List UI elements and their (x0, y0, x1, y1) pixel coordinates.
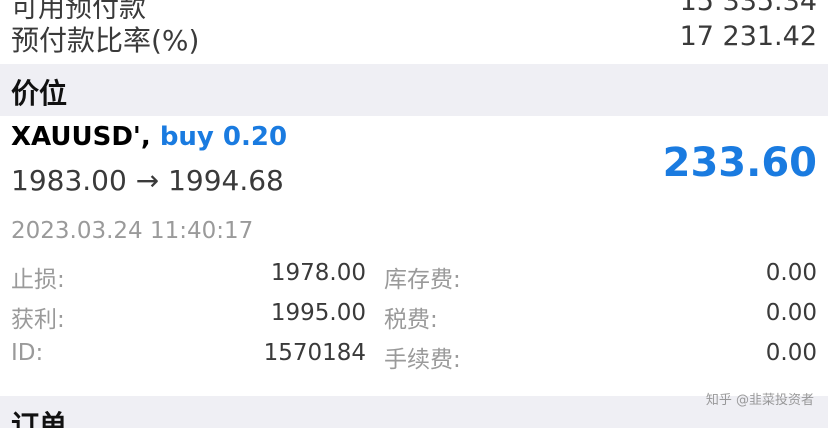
position-profit: 233.60 (662, 140, 817, 186)
position-price-line: 1983.00 → 1994.68 (11, 164, 284, 197)
positions-section-header: 价位 (0, 64, 828, 116)
stop-loss-value: 1978.00 (270, 260, 366, 286)
taxes-value: 0.00 (765, 300, 817, 326)
commission-value: 0.00 (765, 340, 817, 366)
take-profit-label: 获利: (11, 307, 65, 333)
margin-level-label: 预付款比率(%) (11, 24, 200, 57)
id-value: 1570184 (263, 340, 366, 366)
arrow-right-icon: → (135, 164, 160, 197)
open-price: 1983.00 (11, 164, 127, 197)
orders-section-header: 订单 (0, 396, 828, 428)
take-profit-value: 1995.00 (270, 300, 366, 326)
taxes-label: 税费: (384, 307, 438, 333)
position-symbol-line: XAUUSD', buy 0.20 (11, 122, 287, 152)
swap-value: 0.00 (765, 260, 817, 286)
position-side: buy 0.20 (159, 122, 288, 152)
current-price: 1994.68 (168, 164, 284, 197)
watermark: 知乎 @韭菜投资者 (705, 393, 814, 408)
orders-section-title: 订单 (11, 409, 68, 428)
commission-label: 手续费: (384, 347, 461, 373)
free-margin-row: 可用预付款 15 335.34 (0, 0, 828, 24)
position-symbol: XAUUSD', (11, 122, 151, 152)
id-label: ID: (11, 340, 44, 366)
detail-row: 止损: 1978.00 库存费: 0.00 (0, 260, 828, 300)
margin-level-row: 预付款比率(%) 17 231.42 (0, 15, 828, 61)
stop-loss-label: 止损: (11, 267, 65, 293)
swap-label: 库存费: (384, 267, 461, 293)
trade-screen: 可用预付款 15 335.34 预付款比率(%) 17 231.42 价位 XA… (0, 0, 828, 428)
margin-level-value: 17 231.42 (679, 21, 817, 52)
detail-row: ID: 1570184 手续费: 0.00 (0, 340, 828, 380)
positions-section-title: 价位 (11, 77, 68, 110)
position-card[interactable]: XAUUSD', buy 0.20 1983.00 → 1994.68 233.… (0, 118, 828, 394)
detail-row: 获利: 1995.00 税费: 0.00 (0, 300, 828, 340)
position-open-time: 2023.03.24 11:40:17 (11, 218, 254, 244)
position-details: 止损: 1978.00 库存费: 0.00 获利: 1995.00 税费: 0.… (0, 260, 828, 380)
